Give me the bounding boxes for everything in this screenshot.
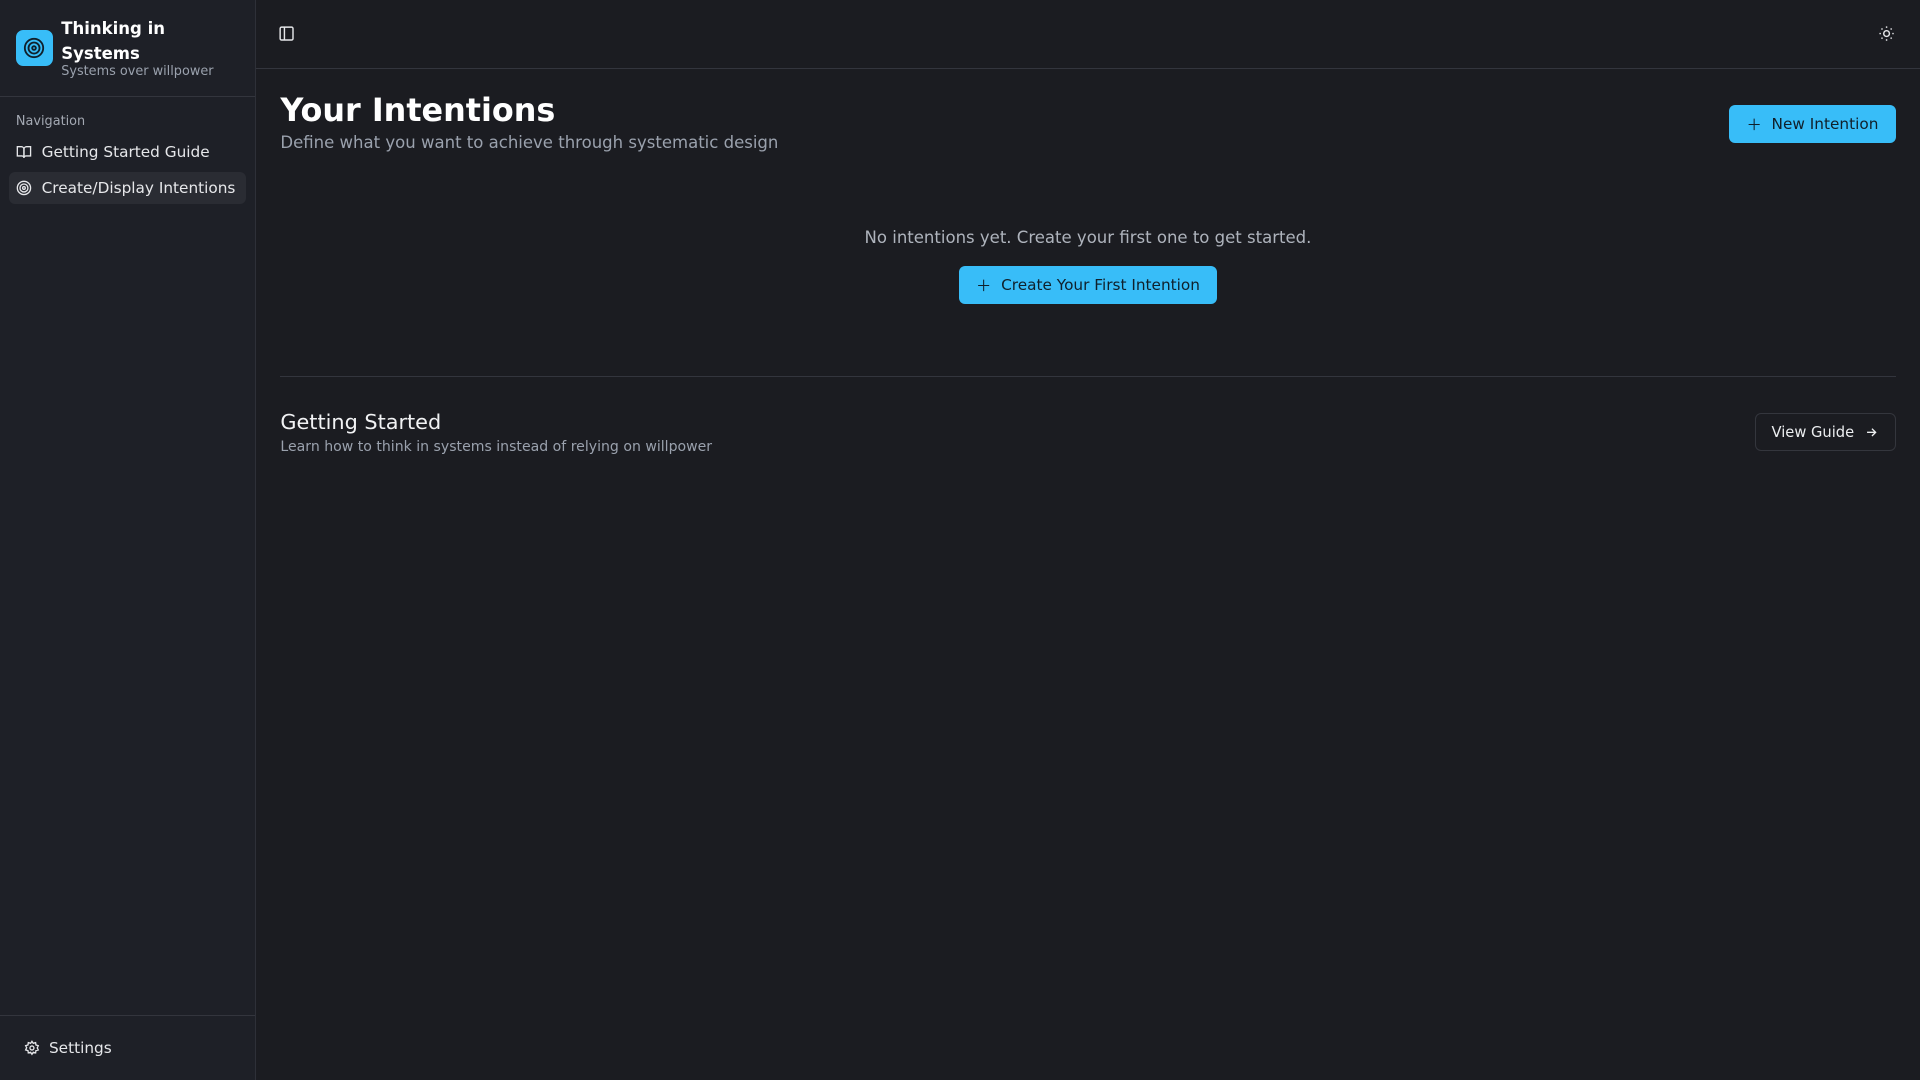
sidebar: Thinking in Systems Systems over willpow… <box>0 0 256 1080</box>
top-bar <box>255 0 1920 69</box>
sidebar-item-label: Create/Display Intentions <box>41 178 236 197</box>
empty-message: No intentions yet. Create your first one… <box>864 228 1312 248</box>
app-title: Thinking in Systems <box>61 19 166 63</box>
target-icon <box>16 180 32 196</box>
sidebar-item-intentions[interactable]: Create/Display Intentions <box>8 171 247 204</box>
create-first-intention-button[interactable]: ＋ Create Your First Intention <box>958 265 1218 304</box>
page-title: Your Intentions <box>280 90 556 129</box>
sidebar-toggle-icon[interactable] <box>278 25 295 42</box>
settings-label: Settings <box>48 1039 112 1058</box>
sidebar-item-getting-started[interactable]: Getting Started Guide <box>9 136 247 168</box>
getting-started-card: Getting Started Learn how to think in sy… <box>280 409 1896 455</box>
button-label: New Intention <box>1771 115 1879 134</box>
divider <box>280 375 1896 377</box>
brand-header: Thinking in Systems Systems over willpow… <box>0 0 255 97</box>
target-logo-icon <box>15 29 53 67</box>
sidebar-item-label: Getting Started Guide <box>41 143 210 162</box>
nav-section-label: Navigation <box>15 113 86 129</box>
button-label: View Guide <box>1771 423 1855 441</box>
settings-button[interactable]: Settings <box>0 1015 255 1080</box>
getting-started-title: Getting Started <box>280 409 442 434</box>
button-label: Create Your First Intention <box>1001 275 1200 294</box>
new-intention-button[interactable]: ＋ New Intention <box>1729 105 1896 144</box>
theme-toggle-sun-icon[interactable] <box>1878 25 1895 42</box>
plus-icon: ＋ <box>1746 116 1762 135</box>
main-area: Your Intentions Define what you want to … <box>255 0 1920 1080</box>
app-subtitle: Systems over willpower <box>61 63 214 79</box>
plus-icon: ＋ <box>975 276 992 295</box>
gear-icon <box>24 1040 40 1056</box>
empty-state: No intentions yet. Create your first one… <box>280 228 1895 304</box>
page-subtitle: Define what you want to achieve through … <box>280 133 779 153</box>
view-guide-button[interactable]: View Guide <box>1754 413 1896 452</box>
book-open-icon <box>16 144 32 160</box>
getting-started-description: Learn how to think in systems instead of… <box>280 438 713 455</box>
arrow-right-icon <box>1864 425 1879 440</box>
